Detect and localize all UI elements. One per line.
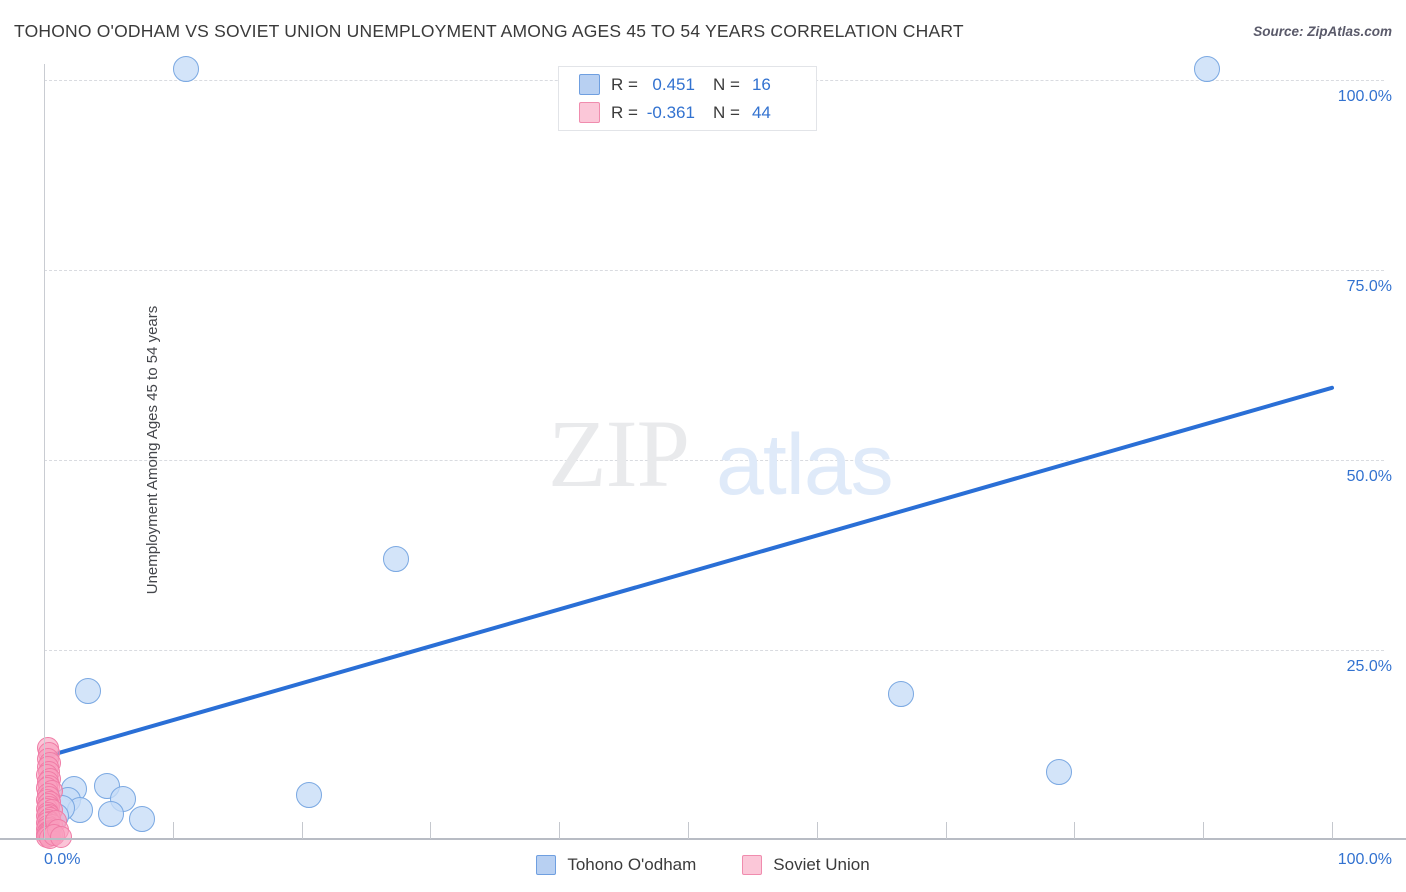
scatter-point[interactable] (172, 55, 199, 82)
scatter-point[interactable] (296, 782, 323, 809)
y-axis-line (44, 64, 45, 839)
scatter-point[interactable] (887, 681, 914, 708)
stats-n-label-tohono: N = (712, 74, 740, 94)
scatter-point[interactable] (49, 825, 72, 848)
legend-label-tohono: Tohono O'odham (567, 855, 697, 874)
y-axis-title: Unemployment Among Ages 45 to 54 years (143, 305, 161, 595)
scatter-point[interactable] (382, 545, 409, 572)
y-axis-title-wrap: Unemployment Among Ages 45 to 54 years (10, 255, 161, 645)
y-tick-label-50: 50.0% (1346, 468, 1392, 485)
x-axis-tick (302, 822, 303, 839)
stats-n-label-soviet: N = (712, 102, 740, 122)
stats-r-label-tohono: R = (611, 74, 638, 94)
correlation-stats-box: R = 0.451 N = 16 R = -0.361 N = 44 (558, 66, 817, 131)
scatter-point[interactable] (1194, 55, 1221, 82)
legend-item-soviet[interactable]: Soviet Union (742, 855, 870, 875)
legend-item-tohono[interactable]: Tohono O'odham (536, 855, 696, 875)
x-axis-tick (946, 822, 947, 839)
y-tick-label-25: 25.0% (1346, 658, 1392, 675)
x-axis-tick (1332, 822, 1333, 839)
x-axis-tick (430, 822, 431, 839)
chart-root: TOHONO O'ODHAM VS SOVIET UNION UNEMPLOYM… (0, 0, 1406, 892)
x-axis-tick (1074, 822, 1075, 839)
x-axis-line (0, 838, 1406, 840)
scatter-point[interactable] (1045, 758, 1072, 785)
legend-swatch-icon-soviet (742, 855, 763, 875)
stats-row-tohono: R = 0.451 N = 16 (559, 71, 816, 99)
x-tick-label-100: 100.0% (1337, 851, 1392, 868)
scatter-point[interactable] (128, 805, 155, 832)
stats-r-label-soviet: R = (611, 102, 638, 122)
stats-n-value-tohono: 16 (751, 74, 771, 94)
legend-swatch-icon-tohono (536, 855, 557, 875)
x-axis-tick (688, 822, 689, 839)
swatch-icon-tohono (579, 74, 600, 95)
scatter-point[interactable] (74, 678, 101, 705)
x-axis-tick (559, 822, 560, 839)
scatter-point[interactable] (97, 801, 124, 828)
stats-n-value-soviet: 44 (751, 102, 771, 122)
stats-r-value-soviet: -0.361 (646, 102, 695, 122)
swatch-icon-soviet (579, 102, 600, 123)
x-axis-tick (173, 822, 174, 839)
x-axis-tick (817, 822, 818, 839)
x-axis-tick (1203, 822, 1204, 839)
scatter-points-layer (0, 0, 1406, 892)
x-tick-label-0: 0.0% (44, 851, 81, 868)
x-axis-tick (44, 822, 45, 839)
y-tick-label-100: 100.0% (1337, 88, 1392, 105)
legend-label-soviet: Soviet Union (773, 855, 870, 874)
stats-row-soviet: R = -0.361 N = 44 (559, 99, 816, 127)
y-tick-label-75: 75.0% (1346, 278, 1392, 295)
stats-r-value-tohono: 0.451 (652, 74, 695, 94)
